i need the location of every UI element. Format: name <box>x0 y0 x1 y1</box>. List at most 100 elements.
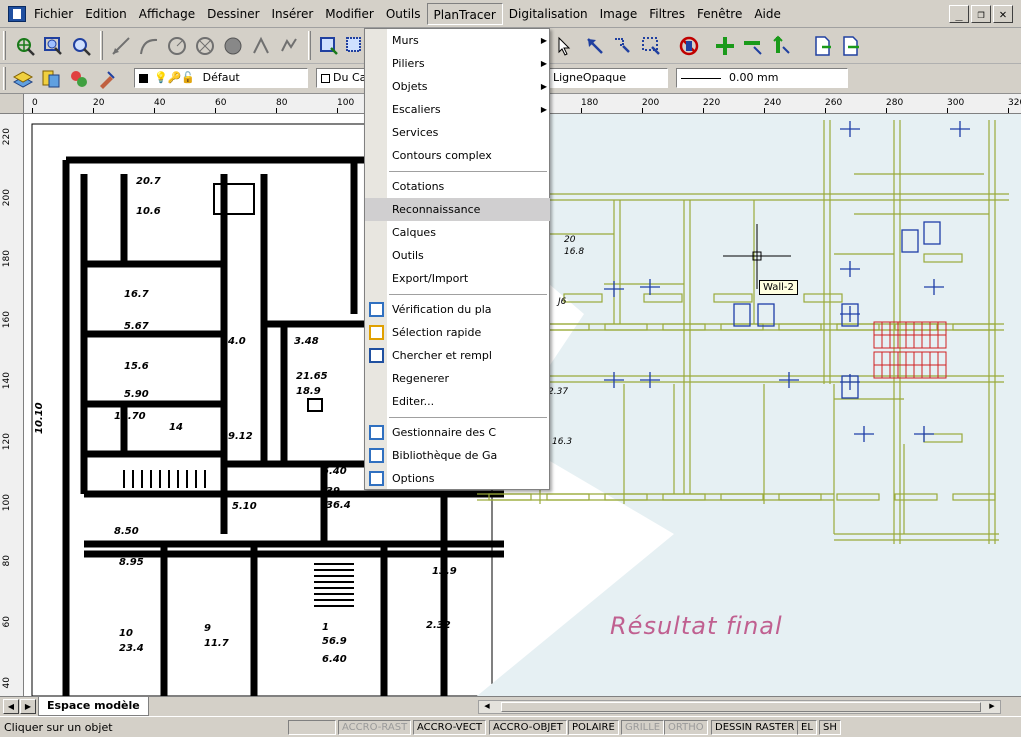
menu-filtres[interactable]: Filtres <box>643 3 691 25</box>
toolbar-grip[interactable] <box>3 67 6 90</box>
minimize-button[interactable]: _ <box>949 5 969 23</box>
status-toggle-dessin-raster[interactable]: DESSIN RASTER <box>711 720 799 735</box>
menu-item-chercher-et-rempl[interactable]: Chercher et rempl <box>365 344 550 367</box>
zoom-extents-icon[interactable] <box>40 33 66 59</box>
menu-item-label: Reconnaissance <box>392 203 481 216</box>
app-icon[interactable] <box>8 6 26 22</box>
erase-icon[interactable] <box>676 33 702 59</box>
menu-item-label: Chercher et rempl <box>392 349 492 362</box>
horizontal-node-icon[interactable] <box>740 33 766 59</box>
menu-modifier[interactable]: Modifier <box>319 3 380 25</box>
horizontal-scrollbar[interactable]: ◀ ▶ <box>478 700 1001 714</box>
menu-item-reconnaissance[interactable]: Reconnaissance <box>365 198 550 221</box>
plantracer-menu: Murs ▶ Piliers ▶ Objets ▶ Escaliers ▶ Services Co… <box>364 28 550 490</box>
ellipse-tool-icon[interactable] <box>192 33 218 59</box>
line-tool-icon[interactable] <box>108 33 134 59</box>
layer-visibility-icon[interactable]: 💡 <box>154 71 168 84</box>
status-toggle-ortho[interactable]: ORTHO <box>664 720 708 735</box>
ruler-tick-label: 120 <box>2 433 12 451</box>
menu-item-regenerer[interactable]: Regenerer <box>365 367 550 390</box>
menu-fenetre[interactable]: Fenêtre <box>691 3 748 25</box>
trim-tool-icon[interactable] <box>248 33 274 59</box>
menu-item-se-lection-rapide[interactable]: Sélection rapide <box>365 321 550 344</box>
status-toggle-grille[interactable]: GRILLE <box>621 720 665 735</box>
menu-item-export-import[interactable]: Export/Import <box>365 267 550 290</box>
ruler-tick-label: 80 <box>2 555 12 567</box>
layer-lock-icon[interactable]: 🔑 <box>168 71 182 84</box>
vector-label: 16.8 <box>564 247 584 257</box>
zoom-window-icon[interactable] <box>12 33 38 59</box>
menu-item-options[interactable]: Options <box>365 467 550 490</box>
status-toggle-accro-vect[interactable]: ACCRO-VECT <box>413 720 486 735</box>
menu-plantracer[interactable]: PlanTracer <box>426 3 503 25</box>
menu-item-editer[interactable]: Editer... <box>365 390 550 413</box>
ruler-tick-label: 200 <box>642 98 660 108</box>
status-toggle-accro-objet[interactable]: ACCRO-OBJET <box>489 720 567 735</box>
menu-item-escaliers[interactable]: Escaliers ▶ <box>365 98 550 121</box>
linetype-select[interactable]: LigneOpaque <box>548 68 668 88</box>
match-properties-icon[interactable] <box>94 66 120 92</box>
menu-dessiner[interactable]: Dessiner <box>201 3 265 25</box>
layer-state-icon[interactable] <box>38 66 64 92</box>
layer-previous-icon[interactable] <box>66 66 92 92</box>
tab-next-icon[interactable]: ▶ <box>20 699 36 714</box>
scroll-left-icon[interactable]: ◀ <box>480 702 494 712</box>
menu-affichage[interactable]: Affichage <box>133 3 201 25</box>
menu-outils[interactable]: Outils <box>380 3 427 25</box>
menu-inserer[interactable]: Insérer <box>266 3 320 25</box>
select-window-icon[interactable] <box>316 33 342 59</box>
menu-item-ve-rification-du-pla[interactable]: Vérification du pla <box>365 298 550 321</box>
menu-item-contours-complex[interactable]: Contours complex <box>365 144 550 167</box>
polyline-tool-icon[interactable] <box>276 33 302 59</box>
layer-freeze-icon[interactable]: 🔓 <box>181 71 195 84</box>
menu-edition[interactable]: Edition <box>79 3 133 25</box>
menu-item-calques[interactable]: Calques <box>365 221 550 244</box>
menu-image[interactable]: Image <box>594 3 644 25</box>
region-tool-icon[interactable] <box>220 33 246 59</box>
menu-fichier[interactable]: Fichier <box>28 3 79 25</box>
status-toggle-el[interactable]: EL <box>797 720 817 735</box>
close-button[interactable]: ✕ <box>993 5 1013 23</box>
status-toggle-sh[interactable]: SH <box>819 720 841 735</box>
lineweight-select[interactable]: 0.00 mm <box>676 68 848 88</box>
select-fence-icon[interactable] <box>610 33 636 59</box>
select-arrow-icon[interactable] <box>582 33 608 59</box>
ruler-tick-label: 80 <box>276 98 288 108</box>
menu-item-cotations[interactable]: Cotations <box>365 175 550 198</box>
manager-icon <box>369 425 384 440</box>
status-toggle-polaire[interactable]: POLAIRE <box>568 720 619 735</box>
scroll-right-icon[interactable]: ▶ <box>985 702 999 712</box>
menu-item-services[interactable]: Services <box>365 121 550 144</box>
arc-tool-icon[interactable] <box>136 33 162 59</box>
menu-item-murs[interactable]: Murs ▶ <box>365 29 550 52</box>
restore-button[interactable]: ❐ <box>971 5 991 23</box>
menu-item-objets[interactable]: Objets ▶ <box>365 75 550 98</box>
toolbar-grip[interactable] <box>3 31 6 60</box>
menu-item-bibliothe-que-de-ga[interactable]: Bibliothèque de Ga <box>365 444 550 467</box>
tab-model-space[interactable]: Espace modèle <box>38 697 149 716</box>
menu-item-piliers[interactable]: Piliers ▶ <box>365 52 550 75</box>
color-select[interactable]: Du Ca <box>316 68 366 88</box>
layer-select[interactable]: 💡🔑🔓 Défaut <box>134 68 308 88</box>
add-node-icon[interactable] <box>712 33 738 59</box>
vertical-node-icon[interactable] <box>768 33 794 59</box>
ruler-tick-label: 280 <box>886 98 904 108</box>
select-grid-icon[interactable] <box>638 33 664 59</box>
vector-label: 2.37 <box>548 387 568 397</box>
status-toggle-accro-rast[interactable]: ACCRO-RAST <box>338 720 412 735</box>
document-import-icon[interactable] <box>838 33 864 59</box>
menu-aide[interactable]: Aide <box>748 3 787 25</box>
layer-name: Défaut <box>202 71 240 84</box>
submenu-arrow-icon: ▶ <box>540 36 547 45</box>
zoom-previous-icon[interactable] <box>68 33 94 59</box>
circle-tool-icon[interactable] <box>164 33 190 59</box>
menu-item-outils[interactable]: Outils <box>365 244 550 267</box>
pointer-select-icon[interactable] <box>552 33 578 59</box>
document-export-icon[interactable] <box>810 33 836 59</box>
layer-manager-icon[interactable] <box>10 66 36 92</box>
scan-label: 23.4 <box>119 643 144 654</box>
tab-prev-icon[interactable]: ◀ <box>3 699 19 714</box>
menu-item-gestionnaire-des-c[interactable]: Gestionnaire des C <box>365 421 550 444</box>
menu-digitalisation[interactable]: Digitalisation <box>503 3 594 25</box>
scroll-thumb[interactable] <box>501 702 981 712</box>
